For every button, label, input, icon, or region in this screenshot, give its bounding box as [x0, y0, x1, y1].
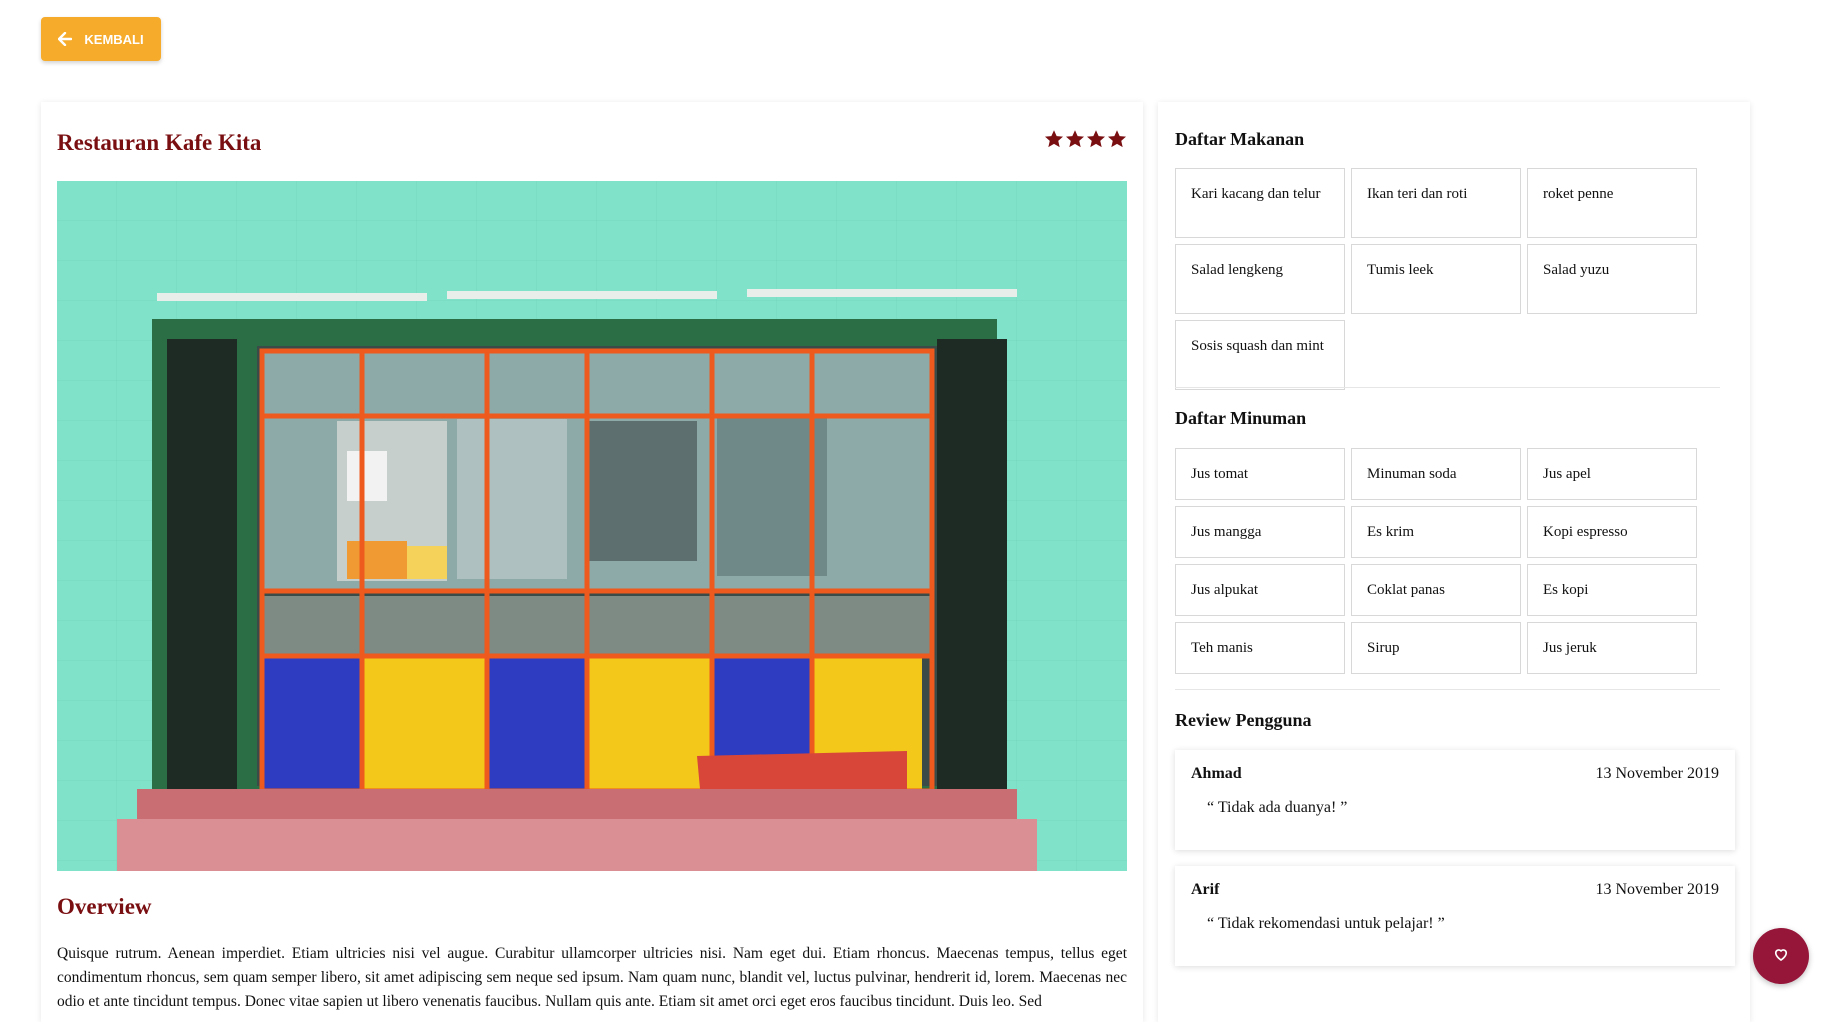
drink-item[interactable]: Jus apel: [1527, 448, 1697, 500]
review-text: “ Tidak ada duanya! ”: [1207, 799, 1348, 816]
favorite-button[interactable]: [1753, 928, 1809, 984]
drink-item[interactable]: Sirup: [1351, 622, 1521, 674]
food-item[interactable]: roket penne: [1527, 168, 1697, 238]
drink-item[interactable]: Jus jeruk: [1527, 622, 1697, 674]
star-icon: [1108, 130, 1126, 148]
food-item[interactable]: Ikan teri dan roti: [1351, 168, 1521, 238]
food-item[interactable]: Salad lengkeng: [1175, 244, 1345, 314]
rating-stars: [1044, 129, 1127, 149]
arrow-left-icon: [58, 32, 73, 46]
review-date: 13 November 2019: [1595, 765, 1719, 782]
restaurant-name: Restauran Kafe Kita: [57, 130, 262, 155]
back-button[interactable]: KEMBALI: [41, 17, 161, 61]
heart-icon: [1772, 945, 1790, 968]
star-icon: [1066, 130, 1084, 148]
review-card: Ahmad 13 November 2019 “ Tidak ada duany…: [1175, 750, 1735, 850]
drink-item[interactable]: Jus mangga: [1175, 506, 1345, 558]
food-item[interactable]: Salad yuzu: [1527, 244, 1697, 314]
overview-title: Overview: [57, 894, 152, 919]
review-author: Ahmad: [1191, 765, 1242, 782]
overview-text: Quisque rutrum. Aenean imperdiet. Etiam …: [57, 945, 1127, 1010]
drink-item[interactable]: Es kopi: [1527, 564, 1697, 616]
drink-item[interactable]: Kopi espresso: [1527, 506, 1697, 558]
drink-list-title: Daftar Minuman: [1175, 408, 1307, 428]
restaurant-detail-card: Restauran Kafe Kita Overview Quisque rut…: [41, 102, 1143, 1022]
divider: [1175, 689, 1720, 690]
review-list-title: Review Pengguna: [1175, 710, 1312, 730]
food-list: Kari kacang dan telur Ikan teri dan roti…: [1175, 168, 1701, 390]
drink-item[interactable]: Minuman soda: [1351, 448, 1521, 500]
drink-item[interactable]: Es krim: [1351, 506, 1521, 558]
drink-item[interactable]: Jus alpukat: [1175, 564, 1345, 616]
sidebar-card: Daftar Makanan Kari kacang dan telur Ika…: [1158, 102, 1750, 1022]
divider: [1175, 387, 1720, 388]
drink-item[interactable]: Teh manis: [1175, 622, 1345, 674]
drink-item[interactable]: Jus tomat: [1175, 448, 1345, 500]
review-card: Arif 13 November 2019 “ Tidak rekomendas…: [1175, 866, 1735, 966]
review-text: “ Tidak rekomendasi untuk pelajar! ”: [1207, 915, 1445, 932]
review-date: 13 November 2019: [1595, 881, 1719, 898]
drink-item[interactable]: Coklat panas: [1351, 564, 1521, 616]
food-item[interactable]: Kari kacang dan telur: [1175, 168, 1345, 238]
review-author: Arif: [1191, 881, 1220, 898]
restaurant-photo: [57, 181, 1127, 871]
food-item[interactable]: Tumis leek: [1351, 244, 1521, 314]
drink-list: Jus tomat Minuman soda Jus apel Jus mang…: [1175, 448, 1701, 674]
food-item[interactable]: Sosis squash dan mint: [1175, 320, 1345, 390]
back-button-label: KEMBALI: [84, 31, 144, 47]
star-icon: [1045, 130, 1063, 148]
food-list-title: Daftar Makanan: [1175, 129, 1305, 149]
star-icon: [1087, 130, 1105, 148]
